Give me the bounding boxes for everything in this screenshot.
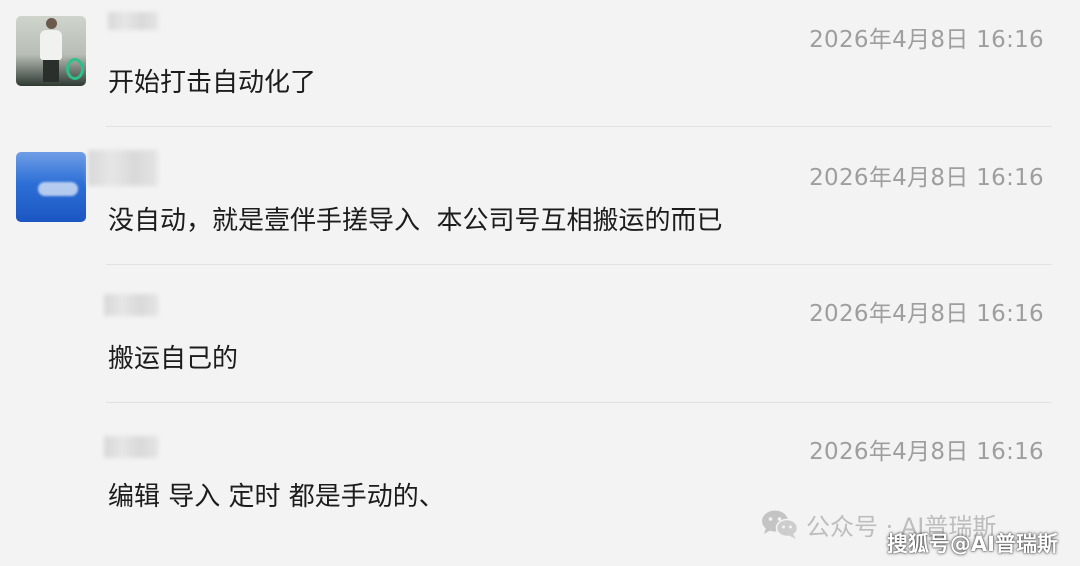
comment-timestamp: 2026年4月8日 16:16	[809, 27, 1044, 53]
avatar-legs-shape	[43, 60, 59, 82]
comment-text: 搬运自己的	[108, 344, 239, 374]
footer-watermark: 搜狐号@AI普瑞斯	[886, 532, 1058, 556]
comment-text: 开始打击自动化了	[108, 68, 317, 98]
divider	[106, 402, 1052, 403]
username-blurred[interactable]	[88, 150, 158, 186]
avatar[interactable]	[16, 16, 86, 86]
comment-text: 没自动，就是壹伴手搓导入 本公司号互相搬运的而已	[108, 206, 723, 236]
comment-timestamp: 2026年4月8日 16:16	[809, 165, 1044, 191]
username-blurred[interactable]	[104, 436, 158, 458]
avatar-bag-shape	[66, 58, 84, 80]
comment-text: 编辑 导入 定时 都是手动的、	[108, 482, 445, 512]
wechat-icon	[760, 508, 800, 540]
avatar-body-shape	[40, 30, 62, 60]
username-blurred[interactable]	[108, 12, 158, 30]
comment-item: 2026年4月8日 16:16 没自动，就是壹伴手搓导入 本公司号互相搬运的而已	[0, 148, 1080, 286]
divider	[106, 126, 1052, 127]
avatar-cloud-shape	[38, 182, 78, 196]
avatar-head-shape	[46, 18, 57, 29]
avatar[interactable]	[16, 152, 86, 222]
comment-timestamp: 2026年4月8日 16:16	[809, 301, 1044, 327]
comment-item: 2026年4月8日 16:16 开始打击自动化了	[0, 12, 1080, 150]
username-blurred[interactable]	[104, 294, 158, 316]
divider	[106, 264, 1052, 265]
comment-item: 2026年4月8日 16:16 搬运自己的	[0, 286, 1080, 424]
comment-timestamp: 2026年4月8日 16:16	[809, 439, 1044, 465]
